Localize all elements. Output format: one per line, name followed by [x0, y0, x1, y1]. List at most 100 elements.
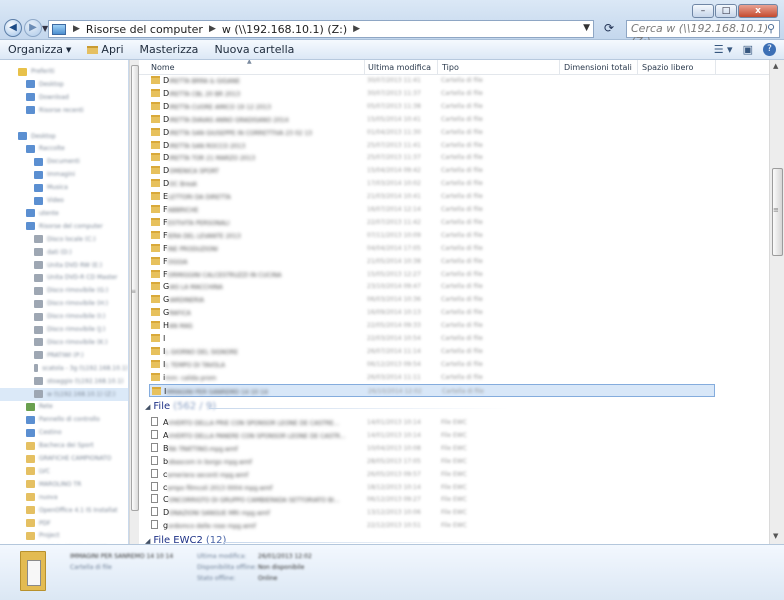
search-icon[interactable]: ⚲	[767, 22, 775, 35]
file-row[interactable]: campo filmcoli 2013 0004 mpg.wmf 18/12/20…	[149, 481, 629, 494]
folder-row[interactable]: DIRETTA DIAVAS ANNO GRADISANO 2014 15/05/…	[149, 113, 629, 126]
column-separator[interactable]	[437, 60, 438, 75]
column-separator[interactable]	[715, 60, 716, 75]
folder-row[interactable]: ELETTORI DA DIRETTA 21/03/2014 10:41 Carte…	[149, 190, 629, 203]
splitter-grip-icon[interactable]: ≡	[131, 288, 136, 295]
column-separator[interactable]	[559, 60, 560, 75]
refresh-button[interactable]: ⟳	[596, 20, 622, 38]
forward-button[interactable]: ▶	[24, 19, 42, 37]
collapse-icon[interactable]: ◢	[145, 537, 150, 545]
close-button[interactable]: x	[738, 4, 778, 18]
nav-item[interactable]: dati (D:)	[0, 246, 128, 259]
nav-item[interactable]: Download	[0, 91, 128, 104]
folder-row[interactable]: DIRETTA SAN GIUSEPPE IN CORRETTIVA 23 02…	[149, 126, 629, 139]
search-input[interactable]: Cerca w (\\192.168.10.1) (Z:) ⚲	[626, 20, 780, 48]
folder-row[interactable]: FESTIVITA PERSONALI 22/07/2013 11:42 Carte…	[149, 216, 629, 229]
nav-item[interactable]: Bacheca dei Sport	[0, 439, 128, 452]
nav-item[interactable]: Project	[0, 529, 128, 542]
nav-item[interactable]: Disco rimovibile (J:)	[0, 323, 128, 336]
file-row[interactable]: AVVERTO DELLA PRIE CON SPONSOR LEONE DE …	[149, 416, 629, 429]
folder-row[interactable]: DIRETTA CBL 20 BR 2013 30/07/2013 11:37 Ca…	[149, 87, 629, 100]
column-name[interactable]: Nome	[151, 63, 175, 72]
chevron-right-icon[interactable]: ▶	[206, 24, 219, 34]
nav-item[interactable]: Disco locale (C:)	[0, 233, 128, 246]
breadcrumb-drive[interactable]: w (\\192.168.10.1) (Z:)	[219, 23, 350, 36]
folder-row[interactable]: GRAFICA 16/09/2014 10:13 Cartella di file	[149, 306, 629, 319]
collapse-icon[interactable]: ◢	[145, 403, 150, 411]
folder-row[interactable]: HAN MAS 22/05/2014 09:33 Cartella di file	[149, 319, 629, 332]
file-row[interactable]: BRA TRATTINO.mpg.wmf 10/04/2013 10:08 File…	[149, 442, 629, 455]
nav-item[interactable]: Rete	[0, 400, 128, 413]
folder-row[interactable]: GIAS LA MACCHINA 23/10/2014 09:47 Cartella…	[149, 280, 629, 293]
folder-row[interactable]: FORMIGGINI CALCESTRUZZI IN CUCINA 15/05/2…	[149, 268, 629, 281]
nav-item[interactable]: Immagini	[0, 168, 128, 181]
file-row[interactable]: CONCORRIGTO DI GRUPPO CAMBIERADA SETTORI…	[149, 493, 629, 506]
nav-item[interactable]: PDF	[0, 517, 128, 530]
nav-item[interactable]: MAROLINO TR	[0, 478, 128, 491]
help-icon[interactable]: ?	[763, 43, 776, 56]
folder-row[interactable]: FOGGIA 21/05/2014 10:38 Cartella di file	[149, 255, 629, 268]
folder-row[interactable]: DIRETTA CUORE AMICO 19 12 2013 05/07/2013…	[149, 100, 629, 113]
nav-item[interactable]: nuova	[0, 491, 128, 504]
file-row[interactable]: DONAZIONI SANGUE MRI mpg.wmf 13/12/2013 1…	[149, 506, 629, 519]
burn-button[interactable]: Masterizza	[132, 43, 207, 56]
nav-item[interactable]: w (\\192.168.10.1) (Z:)	[0, 387, 128, 401]
folder-row[interactable]: imm: calida prom 26/03/2014 11:11 Cartella…	[149, 371, 629, 384]
address-bar[interactable]: ▶ Risorse del computer ▶ w (\\192.168.10…	[48, 20, 594, 38]
nav-item[interactable]: Disco rimovibile (K:)	[0, 336, 128, 349]
folder-row[interactable]: IL GIORNO DEL SIGNORE 26/07/2014 11:14 Car…	[149, 345, 629, 358]
address-dropdown-icon[interactable]: ▼	[583, 23, 590, 33]
nav-item[interactable]: Pannello di controllo	[0, 413, 128, 426]
nav-item[interactable]: Video	[0, 194, 128, 207]
nav-item[interactable]: Disco rimovibile (H:)	[0, 297, 128, 310]
preview-pane-icon[interactable]: ▣	[743, 43, 753, 56]
nav-item[interactable]: scatola - 3g (\\192.168.10.1)	[0, 362, 128, 375]
nav-item[interactable]: Disco rimovibile (G:)	[0, 284, 128, 297]
folder-row[interactable]: IMMAGINI PER SANREMO 14 10 14 26/10/2014 …	[149, 383, 715, 397]
file-row[interactable]: cameriera seconti mpg.wmf 26/05/2013 09:5…	[149, 468, 629, 481]
column-total-size[interactable]: Dimensioni totali	[564, 63, 632, 72]
maximize-button[interactable]: □	[715, 4, 737, 18]
nav-item[interactable]: GRAFICHE CAMPIONATO	[0, 452, 128, 465]
nav-item[interactable]: PRATIWI (P:)	[0, 349, 128, 362]
breadcrumb-computer[interactable]: Risorse del computer	[83, 23, 206, 36]
folder-row[interactable]: IL TEMPO DI TAVOLA 06/12/2013 09:54 Cartel…	[149, 358, 629, 371]
view-options-icon[interactable]: ☰ ▾	[714, 43, 733, 56]
minimize-button[interactable]: –	[692, 4, 714, 18]
column-free-space[interactable]: Spazio libero	[642, 63, 693, 72]
column-type[interactable]: Tipo	[442, 63, 459, 72]
file-list-scrollbar[interactable]: ▲ ≡ ▼	[769, 60, 784, 544]
group-header-file-ewc2[interactable]: ◢ File EWC2 (12)	[145, 535, 226, 544]
open-button[interactable]: Apri	[79, 43, 131, 56]
column-modified[interactable]: Ultima modifica	[368, 63, 431, 72]
nav-item[interactable]: Cestino	[0, 426, 128, 439]
folder-row[interactable]: DOC Break 17/03/2014 10:02 Cartella di fil…	[149, 177, 629, 190]
file-row[interactable]: bobascom in borgo mpg.wmf 28/05/2013 17:0…	[149, 455, 629, 468]
organize-button[interactable]: Organizza ▼	[0, 43, 79, 56]
folder-row[interactable]: GIARDINERIA 06/03/2014 10:36 Cartella di f…	[149, 293, 629, 306]
nav-item[interactable]: utente	[0, 207, 128, 220]
nav-item[interactable]: LVC	[0, 465, 128, 478]
nav-item[interactable]: stoaggio (\\192.168.10.1)	[0, 375, 128, 388]
nav-item[interactable]: Risorse recenti	[0, 104, 128, 117]
group-header-file[interactable]: ◢ File (562 / 9)	[145, 401, 216, 412]
navigation-scrollbar[interactable]	[129, 60, 139, 544]
nav-item[interactable]: Risorse del computer	[0, 220, 128, 233]
nav-item[interactable]: OpenOffice 4.1 IS Installat	[0, 504, 128, 517]
folder-row[interactable]: DIRETTA SAN ROCCO 2013 25/07/2013 11:41 Ca…	[149, 139, 629, 152]
nav-item[interactable]: Unita DVD-R CD Master	[0, 271, 128, 284]
chevron-right-icon[interactable]: ▶	[70, 24, 83, 34]
folder-row[interactable]: DIRETTA TOR 21 MARZO 2013 25/07/2013 11:3…	[149, 151, 629, 164]
back-button[interactable]: ◀	[4, 19, 22, 37]
nav-item[interactable]: Raccolte	[0, 142, 128, 155]
nav-item[interactable]: Disco rimovibile (I:)	[0, 310, 128, 323]
nav-item[interactable]: Desktop	[0, 130, 128, 143]
folder-row[interactable]: DIRETTA BRRA & GIGANE 30/07/2013 11:41 Car…	[149, 74, 629, 87]
scroll-up-icon[interactable]: ▲	[773, 62, 778, 70]
nav-item[interactable]: Documenti	[0, 155, 128, 168]
chevron-right-icon[interactable]: ▶	[350, 24, 363, 34]
scroll-down-icon[interactable]: ▼	[773, 532, 778, 540]
folder-row[interactable]: FINE PRODUZIONI 04/04/2014 17:05 Cartella …	[149, 242, 629, 255]
nav-item[interactable]: Musica	[0, 181, 128, 194]
folder-row[interactable]: FIERA DEL LEVANTE 2013 07/11/2013 10:09 Ca…	[149, 229, 629, 242]
